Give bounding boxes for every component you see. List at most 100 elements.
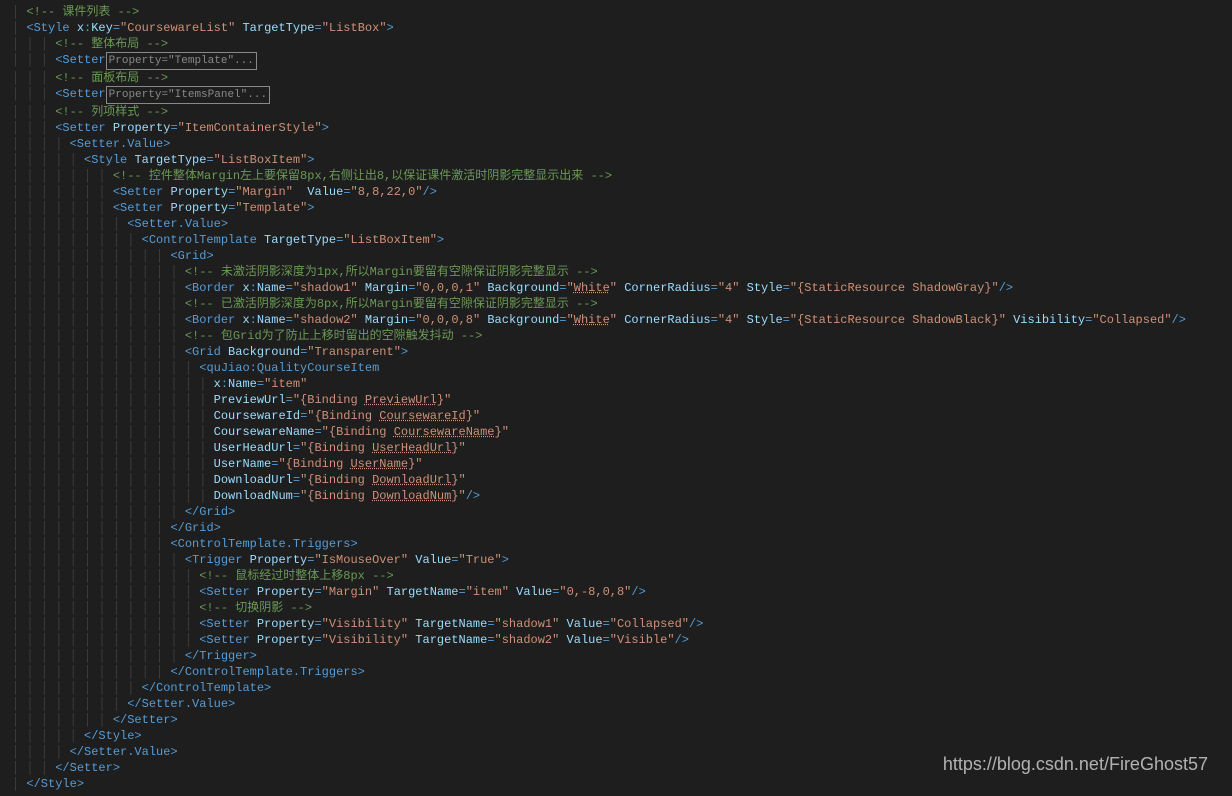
item-name: item bbox=[271, 377, 300, 391]
ts-prop: Visibility bbox=[329, 617, 401, 631]
setter-property: Margin bbox=[242, 185, 285, 199]
code-line[interactable]: │ │ │ │ │ │ │ <!-- 控件整体Margin左上要保留8px,右侧… bbox=[0, 168, 1232, 184]
code-line[interactable]: │ │ │ │ │ │ │ │ │ </ControlTemplate> bbox=[0, 680, 1232, 696]
binding-member: UserHeadUrl bbox=[372, 441, 451, 455]
code-line[interactable]: │ │ │ │ │ │ │ │ │ │ │ │ <Border x:Name="… bbox=[0, 312, 1232, 328]
comment-text: 切换阴影 bbox=[228, 601, 290, 615]
code-line[interactable]: │ │ │ <!-- 列项样式 --> bbox=[0, 104, 1232, 120]
code-line[interactable]: │ │ │ │ │ │ │ │ │ │ │ │ │ │ x:Name="item… bbox=[0, 376, 1232, 392]
inner-style-target: ListBoxItem bbox=[221, 153, 300, 167]
code-line[interactable]: │ │ │ <Setter Property="ItemContainerSty… bbox=[0, 120, 1232, 136]
style-key: CoursewareList bbox=[127, 21, 228, 35]
border-margin: 0,0,0,1 bbox=[423, 281, 473, 295]
code-line[interactable]: │ │ │ <!-- 整体布局 --> bbox=[0, 36, 1232, 52]
trigger-prop: IsMouseOver bbox=[322, 553, 401, 567]
code-line[interactable]: │ <Style x:Key="CoursewareList" TargetTy… bbox=[0, 20, 1232, 36]
code-line[interactable]: │ │ │ │ │ │ │ │ │ │ │ │ <!-- 已激活阴影深度为8px… bbox=[0, 296, 1232, 312]
ts-target: shadow2 bbox=[502, 633, 552, 647]
binding-member: CoursewareId bbox=[379, 409, 465, 423]
setter-value: 8,8,22,0 bbox=[358, 185, 416, 199]
border-name: shadow1 bbox=[300, 281, 350, 295]
border-radius: 4 bbox=[725, 281, 732, 295]
code-line[interactable]: │ │ │ │ │ │ │ │ │ │ │ │ │ │ DownloadUrl=… bbox=[0, 472, 1232, 488]
code-line[interactable]: │ │ │ │ │ │ │ │ │ │ │ │ │ <Setter Proper… bbox=[0, 584, 1232, 600]
code-line[interactable]: │ │ │ <SetterProperty="Template"... bbox=[0, 52, 1232, 70]
comment-text: 未激活阴影深度为1px,所以Margin要留有空隙保证阴影完整显示 bbox=[214, 265, 576, 279]
code-line[interactable]: │ │ │ │ │ │ │ │ │ │ │ │ <!-- 包Grid为了防止上移… bbox=[0, 328, 1232, 344]
code-line[interactable]: │ │ │ │ │ <Style TargetType="ListBoxItem… bbox=[0, 152, 1232, 168]
code-line[interactable]: │ <!-- 课件列表 --> bbox=[0, 4, 1232, 20]
code-line[interactable]: │ │ │ │ │ │ │ │ │ │ │ │ <Trigger Propert… bbox=[0, 552, 1232, 568]
code-line[interactable]: │ │ │ │ │ │ │ │ │ <ControlTemplate Targe… bbox=[0, 232, 1232, 248]
code-line[interactable]: │ │ │ <SetterProperty="ItemsPanel"... bbox=[0, 86, 1232, 104]
code-line[interactable]: │ │ │ │ │ │ │ </Setter> bbox=[0, 712, 1232, 728]
code-line[interactable]: │ │ │ │ │ │ │ │ │ │ │ │ │ <Setter Proper… bbox=[0, 616, 1232, 632]
ts-prop: Visibility bbox=[329, 633, 401, 647]
code-line[interactable]: │ │ │ │ │ │ │ <Setter Property="Template… bbox=[0, 200, 1232, 216]
border-style: {StaticResource ShadowBlack} bbox=[797, 313, 999, 327]
comment-text: 控件整体Margin左上要保留8px,右侧让出8,以保证课件激活时阴影完整显示出… bbox=[142, 169, 591, 183]
border-margin: 0,0,0,8 bbox=[423, 313, 473, 327]
ts-prop: Margin bbox=[329, 585, 372, 599]
code-editor[interactable]: │ <!-- 课件列表 --> │ <Style x:Key="Coursewa… bbox=[0, 0, 1232, 796]
grid-bg: Transparent bbox=[314, 345, 393, 359]
code-line[interactable]: │ │ │ │ │ │ │ │ │ │ │ │ │ │ CoursewareNa… bbox=[0, 424, 1232, 440]
code-line[interactable]: │ │ │ │ │ │ │ │ │ │ │ │ │ <!-- 切换阴影 --> bbox=[0, 600, 1232, 616]
setter-property: ItemContainerStyle bbox=[185, 121, 315, 135]
border-name: shadow2 bbox=[300, 313, 350, 327]
code-line[interactable]: │ │ │ │ │ │ │ │ │ │ │ </Grid> bbox=[0, 520, 1232, 536]
code-line[interactable]: │ │ │ │ │ │ │ │ │ │ │ │ </Grid> bbox=[0, 504, 1232, 520]
code-line[interactable]: │ │ │ │ <Setter.Value> bbox=[0, 136, 1232, 152]
binding-member: DownloadNum bbox=[372, 489, 451, 503]
code-line[interactable]: │ │ │ │ │ │ │ │ │ │ │ │ │ <quJiao:Qualit… bbox=[0, 360, 1232, 376]
code-line[interactable]: │ │ │ │ │ │ │ │ │ │ │ │ │ │ CoursewareId… bbox=[0, 408, 1232, 424]
code-line[interactable]: │ │ │ │ │ </Style> bbox=[0, 728, 1232, 744]
comment-text: 列项样式 bbox=[84, 105, 146, 119]
binding-member: UserName bbox=[350, 457, 408, 471]
code-line[interactable]: │ │ │ │ │ │ │ │ │ │ │ <Grid> bbox=[0, 248, 1232, 264]
comment-text: 整体布局 bbox=[84, 37, 146, 51]
ts-val: Collapsed bbox=[617, 617, 682, 631]
code-line[interactable]: │ │ │ │ │ │ │ │ │ │ │ │ </Trigger> bbox=[0, 648, 1232, 664]
code-line[interactable]: │ │ │ │ </Setter.Value> bbox=[0, 744, 1232, 760]
ts-val: Visible bbox=[617, 633, 667, 647]
code-line[interactable]: │ │ │ │ │ │ │ │ </Setter.Value> bbox=[0, 696, 1232, 712]
item-tag: quJiao:QualityCourseItem bbox=[206, 361, 379, 375]
code-line[interactable]: │ │ │ │ │ │ │ │ │ │ │ │ │ │ UserName="{B… bbox=[0, 456, 1232, 472]
code-line[interactable]: │ │ │ │ │ │ │ │ │ │ │ <ControlTemplate.T… bbox=[0, 536, 1232, 552]
comment-text: 已激活阴影深度为8px,所以Margin要留有空隙保证阴影完整显示 bbox=[214, 297, 576, 311]
style-target: ListBox bbox=[329, 21, 379, 35]
binding-member: CoursewareName bbox=[394, 425, 495, 439]
setter-property: Template bbox=[242, 201, 300, 215]
code-line[interactable]: │ │ │ <!-- 面板布局 --> bbox=[0, 70, 1232, 86]
code-line[interactable]: │ │ │ │ │ │ │ │ │ │ │ │ │ <!-- 鼠标经过时整体上移… bbox=[0, 568, 1232, 584]
comment-text: 鼠标经过时整体上移8px bbox=[228, 569, 372, 583]
border-bg: White bbox=[574, 313, 610, 327]
ct-target: ListBoxItem bbox=[350, 233, 429, 247]
collapsed-region[interactable]: Property="ItemsPanel"... bbox=[106, 86, 270, 104]
ts-target: item bbox=[473, 585, 502, 599]
border-style: {StaticResource ShadowGray} bbox=[797, 281, 991, 295]
code-line[interactable]: │ │ │ </Setter> bbox=[0, 760, 1232, 776]
code-line[interactable]: │ │ │ │ │ │ │ │ <Setter.Value> bbox=[0, 216, 1232, 232]
code-line[interactable]: │ │ │ │ │ │ │ │ │ │ │ │ <!-- 未激活阴影深度为1px… bbox=[0, 264, 1232, 280]
code-line[interactable]: │ │ │ │ │ │ │ │ │ │ │ │ │ │ DownloadNum=… bbox=[0, 488, 1232, 504]
comment-text: 课件列表 bbox=[55, 5, 117, 19]
code-line[interactable]: │ │ │ │ │ │ │ │ │ │ │ │ │ <Setter Proper… bbox=[0, 632, 1232, 648]
border-radius: 4 bbox=[725, 313, 732, 327]
code-line[interactable]: │ │ │ │ │ │ │ │ │ │ │ </ControlTemplate.… bbox=[0, 664, 1232, 680]
code-line[interactable]: │ │ │ │ │ │ │ │ │ │ │ │ <Border x:Name="… bbox=[0, 280, 1232, 296]
ts-val: 0,-8,0,8 bbox=[567, 585, 625, 599]
code-line[interactable]: │ │ │ │ │ │ │ <Setter Property="Margin" … bbox=[0, 184, 1232, 200]
binding-member: PreviewUrl bbox=[365, 393, 437, 407]
code-line[interactable]: │ │ │ │ │ │ │ │ │ │ │ │ <Grid Background… bbox=[0, 344, 1232, 360]
code-line[interactable]: │ │ │ │ │ │ │ │ │ │ │ │ │ │ PreviewUrl="… bbox=[0, 392, 1232, 408]
border-bg: White bbox=[574, 281, 610, 295]
border-vis: Collapsed bbox=[1100, 313, 1165, 327]
binding-member: DownloadUrl bbox=[372, 473, 451, 487]
comment-text: 包Grid为了防止上移时留出的空隙触发抖动 bbox=[214, 329, 461, 343]
collapsed-region[interactable]: Property="Template"... bbox=[106, 52, 257, 70]
code-line[interactable]: │ │ │ │ │ │ │ │ │ │ │ │ │ │ UserHeadUrl=… bbox=[0, 440, 1232, 456]
trigger-val: True bbox=[466, 553, 495, 567]
comment-text: 面板布局 bbox=[84, 71, 146, 85]
